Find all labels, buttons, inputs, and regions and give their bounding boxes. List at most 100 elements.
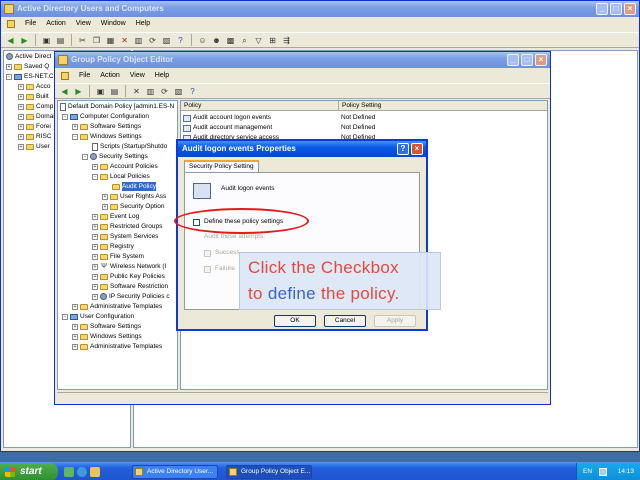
network-icon[interactable] — [599, 468, 607, 476]
table-row[interactable]: Audit account management — [183, 123, 272, 133]
cut-icon[interactable]: ✂ — [77, 35, 88, 46]
expand-icon[interactable]: + — [102, 193, 108, 200]
maximize-button[interactable]: □ — [521, 54, 533, 66]
tree-event-log[interactable]: + Event Log — [92, 212, 139, 221]
expand-icon[interactable]: + — [72, 123, 78, 130]
tree-users[interactable]: + User — [18, 142, 50, 151]
start-button[interactable]: start — [0, 463, 58, 480]
help-icon[interactable]: ? — [187, 86, 198, 97]
expand-icon[interactable]: + — [18, 103, 24, 110]
expand-icon[interactable]: + — [18, 143, 24, 150]
collapse-icon[interactable]: − — [62, 113, 68, 120]
tree-windows-settings-user[interactable]: + Windows Settings — [72, 332, 142, 341]
tree-windows-settings[interactable]: − Windows Settings — [72, 132, 142, 141]
ie-icon[interactable] — [77, 467, 87, 477]
expand-icon[interactable]: + — [92, 213, 98, 220]
copy-icon[interactable]: ❐ — [91, 35, 102, 46]
tree-computer-config[interactable]: − Computer Configuration — [62, 112, 149, 121]
up-folder-icon[interactable]: ▣ — [41, 35, 52, 46]
tree-software-settings[interactable]: + Software Settings — [72, 122, 141, 131]
find-icon[interactable]: ⌕ — [239, 35, 250, 46]
expand-icon[interactable]: + — [92, 263, 98, 270]
gpo-tree-pane[interactable]: Default Domain Policy [admin1.ES-N − Comp… — [57, 100, 178, 390]
expand-icon[interactable]: + — [72, 333, 78, 340]
tree-wireless[interactable]: + Ψ Wireless Network (I — [92, 262, 166, 271]
tree-local-policies[interactable]: − Local Policies — [92, 172, 150, 181]
expand-icon[interactable]: + — [18, 113, 24, 120]
collapse-icon[interactable]: − — [72, 133, 78, 140]
menu-action[interactable]: Action — [46, 18, 65, 30]
tree-admin-templates-user[interactable]: + Administrative Templates — [72, 342, 162, 351]
tree-domain-controllers[interactable]: + Domai — [18, 112, 55, 121]
expand-icon[interactable]: + — [92, 223, 98, 230]
collapse-icon[interactable]: − — [82, 153, 88, 160]
tree-account-policies[interactable]: + Account Policies — [92, 162, 158, 171]
expand-icon[interactable]: + — [18, 123, 24, 130]
show-tree-icon[interactable]: ▤ — [55, 35, 66, 46]
delete-icon[interactable]: ✕ — [119, 35, 130, 46]
expand-icon[interactable]: + — [92, 163, 98, 170]
back-icon[interactable]: ◀ — [59, 86, 70, 97]
ou-icon[interactable]: ▩ — [225, 35, 236, 46]
expand-icon[interactable]: + — [92, 243, 98, 250]
tree-system-services[interactable]: + System Services — [92, 232, 158, 241]
tree-foreign[interactable]: + Forei — [18, 122, 51, 131]
tree-builtin[interactable]: + Built — [18, 92, 49, 101]
tree-domain[interactable]: − ES-NET.C — [6, 72, 54, 81]
menu-file[interactable]: File — [79, 70, 90, 82]
menu-view[interactable]: View — [76, 18, 91, 30]
tree-computers[interactable]: + Comp — [18, 102, 53, 111]
menu-action[interactable]: Action — [100, 70, 119, 82]
tree-security-options[interactable]: + Security Option — [102, 202, 164, 211]
column-header-policy[interactable]: Policy — [181, 101, 339, 111]
menu-file[interactable]: File — [25, 18, 36, 30]
delete-icon[interactable]: ✕ — [131, 86, 142, 97]
expand-icon[interactable]: + — [18, 83, 24, 90]
explorer-icon[interactable] — [90, 467, 100, 477]
tree-user-rights[interactable]: + User Rights Ass — [102, 192, 166, 201]
column-header-setting[interactable]: Policy Setting — [339, 101, 547, 111]
tree-restricted-groups[interactable]: + Restricted Groups — [92, 222, 162, 231]
filter-icon[interactable]: ▽ — [253, 35, 264, 46]
group-icon[interactable]: ☻ — [211, 35, 222, 46]
properties-icon[interactable]: ▥ — [133, 35, 144, 46]
refresh-icon[interactable]: ⟳ — [159, 86, 170, 97]
gpo-titlebar[interactable]: Group Policy Object Editor _ □ × — [55, 52, 550, 68]
desktop-icon[interactable] — [64, 467, 74, 477]
show-tree-icon[interactable]: ▤ — [109, 86, 120, 97]
help-icon[interactable]: ? — [175, 35, 186, 46]
task-active-directory[interactable]: Active Directory User... — [132, 465, 218, 479]
forward-icon[interactable]: ▶ — [73, 86, 84, 97]
expand-icon[interactable]: + — [92, 293, 98, 300]
tree-software-restriction[interactable]: + Software Restriction — [92, 282, 168, 291]
close-button[interactable]: × — [535, 54, 547, 66]
tree-gpo-root[interactable]: Default Domain Policy [admin1.ES-N — [60, 102, 174, 111]
cancel-button[interactable]: Cancel — [324, 315, 366, 327]
task-group-policy[interactable]: Group Policy Object E... — [226, 465, 312, 479]
tree-scripts[interactable]: Scripts (Startup/Shutdo — [92, 142, 167, 151]
minimize-button[interactable]: _ — [596, 3, 608, 15]
expand-icon[interactable]: + — [102, 203, 108, 210]
expand-icon[interactable]: + — [72, 303, 78, 310]
expand-icon[interactable]: + — [18, 133, 24, 140]
tree-ad-root[interactable]: Active Direct — [6, 52, 51, 61]
move-icon[interactable]: ⇶ — [281, 35, 292, 46]
up-folder-icon[interactable]: ▣ — [95, 86, 106, 97]
refresh-icon[interactable]: ⟳ — [147, 35, 158, 46]
tree-user-config[interactable]: − User Configuration — [62, 312, 134, 321]
menu-help[interactable]: Help — [155, 70, 169, 82]
tree-ip-security[interactable]: + IP Security Policies c — [92, 292, 170, 301]
menu-help[interactable]: Help — [136, 18, 150, 30]
properties-icon[interactable]: ▥ — [145, 86, 156, 97]
tree-saved-queries[interactable]: + Saved Q — [6, 62, 49, 71]
help-button[interactable]: ? — [397, 143, 409, 155]
tree-admin-templates-computer[interactable]: + Administrative Templates — [72, 302, 162, 311]
dialog-close-button[interactable]: × — [411, 143, 423, 155]
add-group-icon[interactable]: ⊞ — [267, 35, 278, 46]
collapse-icon[interactable]: − — [62, 313, 68, 320]
tree-registry[interactable]: + Registry — [92, 242, 134, 251]
expand-icon[interactable]: + — [92, 253, 98, 260]
expand-icon[interactable]: + — [18, 93, 24, 100]
expand-icon[interactable]: + — [92, 273, 98, 280]
expand-icon[interactable]: + — [6, 63, 12, 70]
